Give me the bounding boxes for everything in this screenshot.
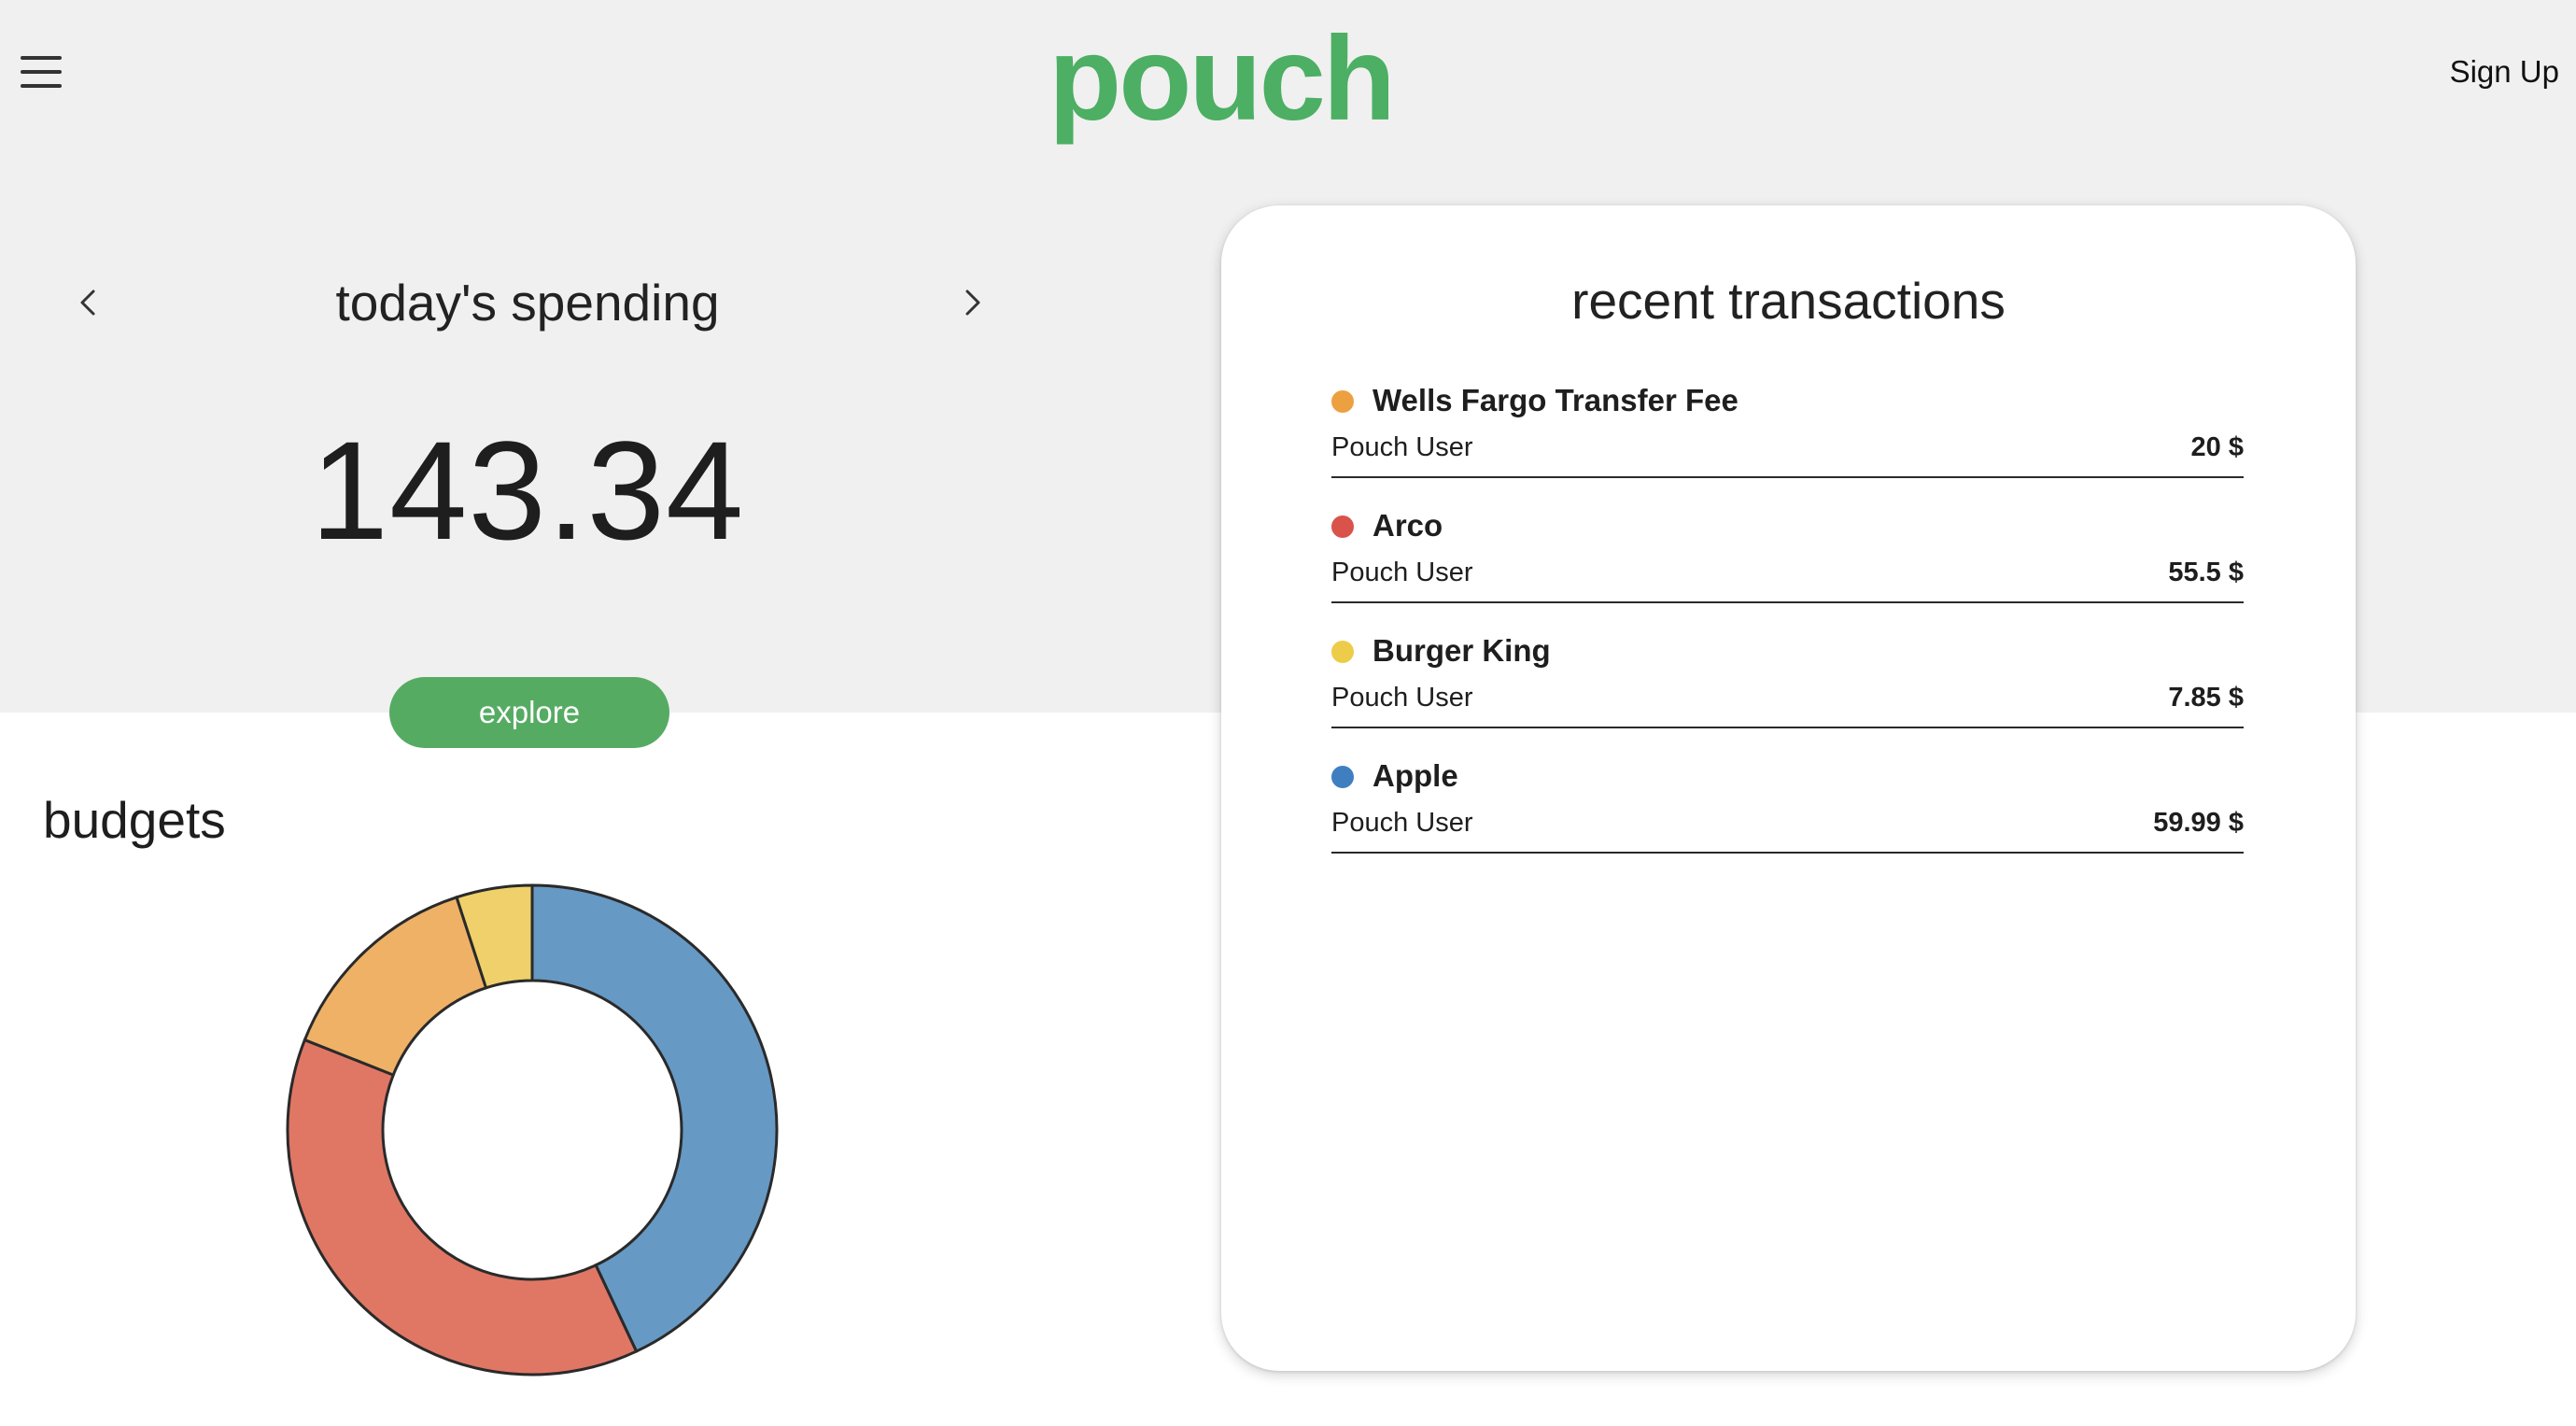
transaction-item[interactable]: Burger King Pouch User 7.85 $ [1331, 628, 2244, 754]
transaction-amount: 59.99 $ [2153, 808, 2244, 838]
budgets-title: budgets [43, 791, 226, 849]
transaction-item[interactable]: Arco Pouch User 55.5 $ [1331, 503, 2244, 628]
category-dot-icon [1331, 390, 1354, 413]
transaction-name: Wells Fargo Transfer Fee [1372, 383, 1738, 417]
category-dot-icon [1331, 766, 1354, 788]
chevron-right-glyph [965, 289, 980, 316]
spending-header: today's spending [56, 265, 999, 340]
transaction-name: Arco [1372, 508, 1443, 543]
spending-amount: 143.34 [310, 412, 745, 569]
transaction-amount: 20 $ [2190, 432, 2244, 462]
transaction-user: Pouch User [1331, 558, 1473, 587]
transaction-user: Pouch User [1331, 683, 1473, 713]
sign-up-link[interactable]: Sign Up [2450, 54, 2559, 90]
donut-slice[interactable] [286, 1038, 639, 1377]
divider [1331, 727, 2244, 728]
transaction-amount: 7.85 $ [2168, 683, 2244, 713]
divider [1331, 852, 2244, 854]
transaction-name: Burger King [1372, 633, 1551, 668]
category-dot-icon [1331, 641, 1354, 663]
divider [1331, 601, 2244, 603]
divider [1331, 476, 2244, 478]
budgets-donut-chart[interactable] [280, 878, 784, 1382]
transaction-item[interactable]: Wells Fargo Transfer Fee Pouch User 20 $ [1331, 378, 2244, 503]
explore-button[interactable]: explore [389, 677, 669, 748]
transaction-name: Apple [1372, 758, 1458, 793]
transaction-item[interactable]: Apple Pouch User 59.99 $ [1331, 754, 2244, 879]
spending-title: today's spending [335, 274, 720, 332]
chevron-right-icon[interactable] [950, 280, 995, 325]
transaction-user: Pouch User [1331, 808, 1473, 838]
transactions-list: Wells Fargo Transfer Fee Pouch User 20 $… [1331, 378, 2244, 879]
category-dot-icon [1331, 515, 1354, 538]
transactions-title: recent transactions [1571, 272, 2006, 330]
page: pouch Sign Up today's spending 143.34 ex… [0, 0, 2576, 1426]
recent-transactions-card: recent transactions Wells Fargo Transfer… [1221, 205, 2356, 1371]
app-logo[interactable]: pouch [0, 9, 2442, 149]
transaction-amount: 55.5 $ [2168, 558, 2244, 587]
transaction-user: Pouch User [1331, 432, 1473, 462]
donut-slice[interactable] [303, 895, 488, 1078]
